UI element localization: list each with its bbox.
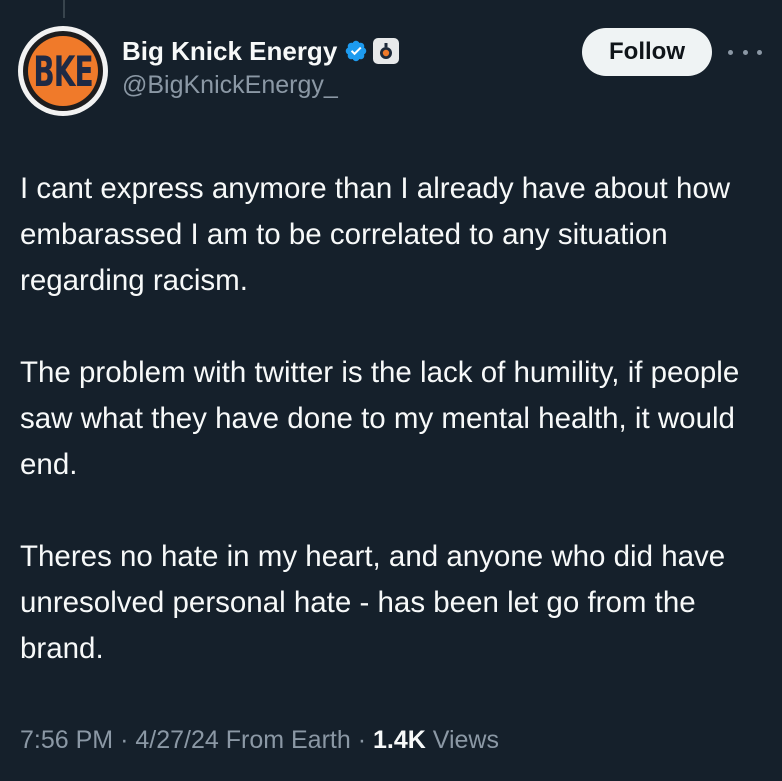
tweet-date[interactable]: 4/27/24 [135,726,218,754]
views-label[interactable]: Views [433,726,499,754]
tweet-metadata: 7:56 PM · 4/27/24 From Earth · 1.4K View… [20,726,499,755]
tweet-paragraph: Theres no hate in my heart, and anyone w… [20,540,726,665]
separator-dot: · [120,726,129,754]
tweet-paragraph: I cant express anymore than I already ha… [20,172,731,297]
author-display-name[interactable]: Big Knick Energy [122,36,337,67]
follow-button[interactable]: Follow [582,28,712,76]
avatar[interactable]: BKE [18,26,108,116]
separator-dot: · [357,726,367,754]
more-options-icon[interactable] [728,40,762,64]
author-info: Big Knick Energy @BigKnickEnergy_ [122,34,400,100]
avatar-logo-text: BKE [33,46,93,96]
author-handle[interactable]: @BigKnickEnergy_ [122,71,399,100]
tweet-text: I cant express anymore than I already ha… [20,166,768,718]
verified-badge-icon[interactable] [344,39,368,63]
views-count[interactable]: 1.4K [373,726,426,754]
tweet-source: From Earth [225,726,351,754]
tweet-paragraph: The problem with twitter is the lack of … [20,356,740,481]
affiliate-badge-icon[interactable] [373,38,400,64]
tweet-time[interactable]: 7:56 PM [20,726,113,754]
thread-connector-line [63,0,65,18]
